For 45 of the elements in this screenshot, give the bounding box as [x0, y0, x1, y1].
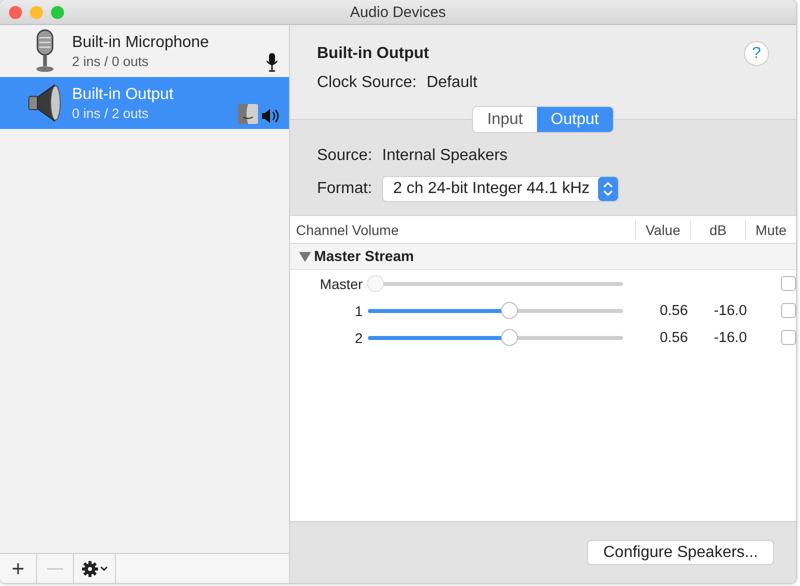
stepper-caret-icon	[598, 177, 618, 201]
slider-thumb[interactable]	[502, 330, 518, 345]
device-name: Built-in Output	[72, 86, 174, 104]
settings-icon	[80, 560, 108, 578]
minimize-button[interactable]	[30, 6, 43, 18]
configure-speakers-button[interactable]: Configure Speakers...	[587, 540, 774, 565]
zoom-button[interactable]	[51, 6, 64, 18]
volume-slider[interactable]	[366, 329, 624, 346]
clock-source-label: Clock Source:	[317, 74, 417, 92]
channel-name: Master	[318, 276, 363, 292]
finder-face-icon	[238, 104, 258, 124]
disclosure-triangle-icon[interactable]	[299, 252, 311, 262]
device-io-count: 2 ins / 0 outs	[72, 54, 150, 68]
channel-name: 2	[354, 330, 363, 346]
volume-slider[interactable]	[366, 275, 624, 292]
device-title: Built-in Output	[317, 44, 429, 62]
close-button[interactable]	[9, 6, 22, 18]
window-title: Audio Devices	[350, 4, 446, 20]
slider-thumb[interactable]	[502, 303, 518, 318]
source-value: Internal Speakers	[382, 147, 508, 165]
mute-checkbox[interactable]	[781, 330, 796, 345]
help-button[interactable]: ?	[744, 41, 769, 66]
volume-slider[interactable]	[366, 302, 624, 319]
speaker-icon	[261, 108, 279, 124]
add-button[interactable]: +	[0, 554, 37, 583]
device-item[interactable]: Built-in Microphone 2 ins / 0 outs	[0, 25, 289, 77]
channel-name: 1	[354, 302, 363, 318]
group-row[interactable]: Master Stream	[290, 244, 796, 270]
microphone-icon	[265, 52, 279, 72]
column-header[interactable]: dB	[691, 220, 746, 240]
column-header[interactable]: Channel Volume	[290, 220, 636, 240]
source-label: Source:	[317, 147, 372, 165]
device-io-count: 0 ins / 2 outs	[72, 106, 150, 120]
value-cell-text: 0.56	[658, 302, 688, 318]
db-cell-text: -16.0	[712, 302, 747, 318]
column-header[interactable]: Value	[636, 220, 691, 240]
device-name: Built-in Microphone	[72, 34, 210, 52]
clock-source-value: Default	[426, 74, 478, 92]
mute-checkbox[interactable]	[781, 303, 796, 318]
value-cell-text: 0.56	[658, 330, 688, 346]
group-label: Master Stream	[314, 248, 414, 264]
format-dropdown[interactable]: 2 ch 24-bit Integer 44.1 kHz	[382, 176, 619, 202]
format-label: Format:	[317, 180, 372, 198]
column-header[interactable]: Mute	[746, 220, 796, 240]
db-cell-text: -16.0	[712, 330, 747, 346]
